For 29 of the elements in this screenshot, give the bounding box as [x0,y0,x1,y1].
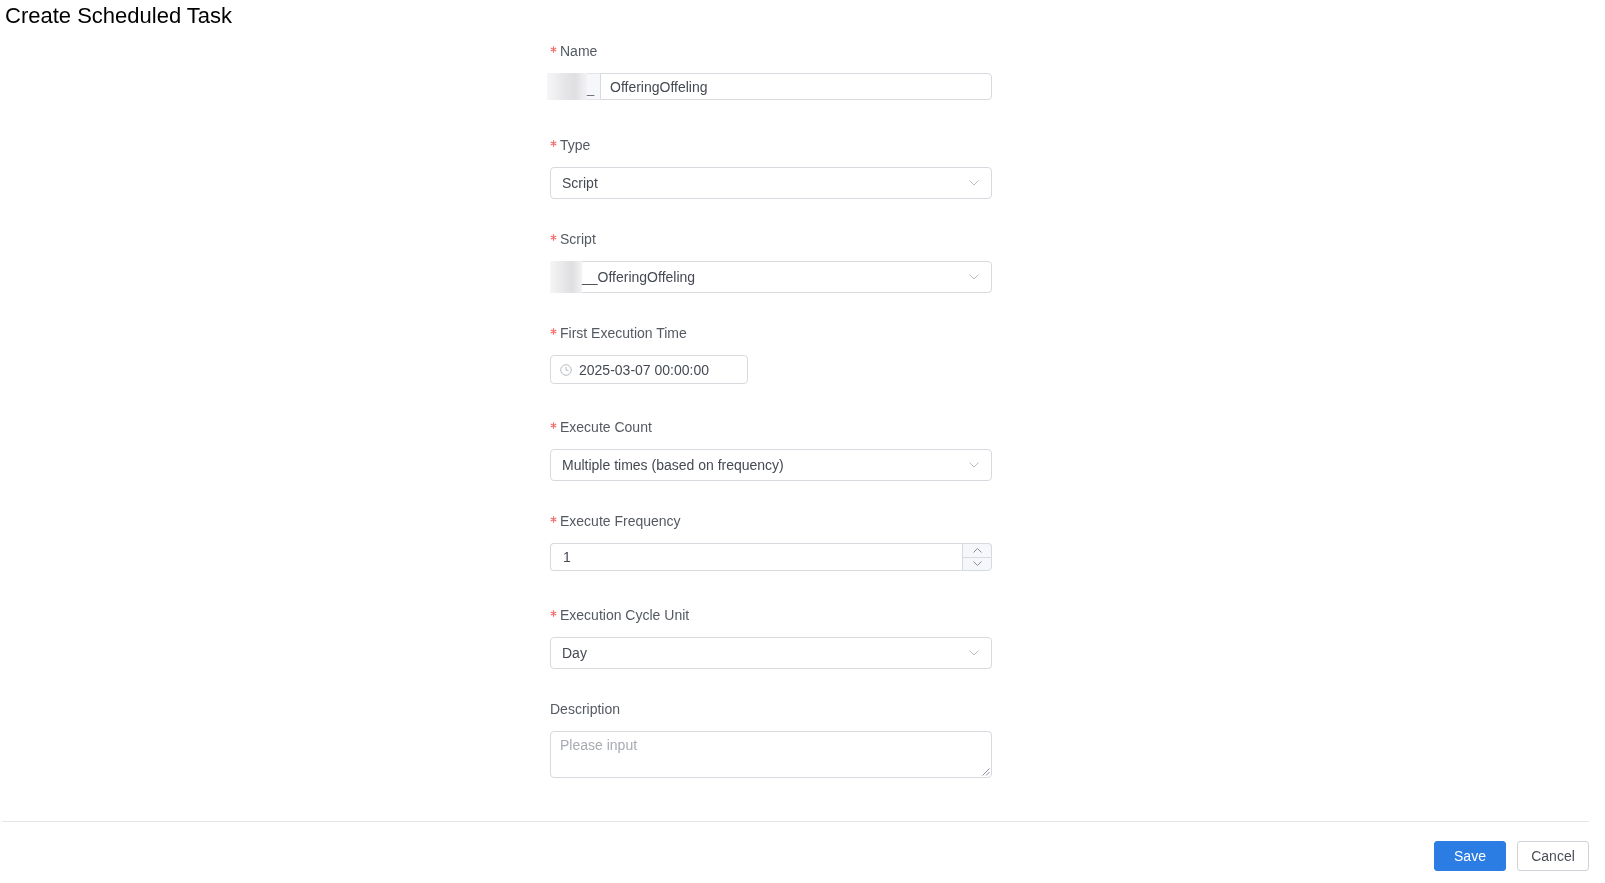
select-field[interactable]: __OfferingOffeling [550,261,992,293]
select-field[interactable]: Script [550,167,992,199]
chevron-down-icon [972,561,982,567]
cancel-button[interactable]: Cancel [1517,841,1589,871]
save-button[interactable]: Save [1434,841,1506,871]
increment-button[interactable] [962,543,992,557]
chevron-down-icon [969,180,979,186]
field-label: Description [550,700,621,719]
resize-handle-icon [982,768,990,776]
field-label: Execute Count [560,418,652,437]
field-label: First Execution Time [560,324,687,343]
datetime-input[interactable]: 2025-03-07 00:00:00 [550,355,748,384]
textarea-field[interactable]: Please input [550,731,992,778]
field-label: Execute Frequency [560,512,681,531]
field-label: Type [560,136,591,155]
chevron-up-icon [972,547,982,553]
select-field[interactable]: Multiple times (based on frequency) [550,449,992,481]
clock-icon [560,364,572,376]
chevron-down-icon [969,650,979,656]
select-field[interactable]: Day [550,637,992,669]
chevron-down-icon [969,274,979,280]
number-input[interactable]: 1 [550,543,962,571]
page-title: Create Scheduled Task [5,2,233,29]
field-label: Execution Cycle Unit [560,606,690,625]
text-input[interactable]: OfferingOffeling [600,73,992,100]
prefix-text: _ [587,80,595,98]
chevron-down-icon [969,462,979,468]
field-label: Script [560,230,596,249]
field-label: Name [560,42,598,61]
